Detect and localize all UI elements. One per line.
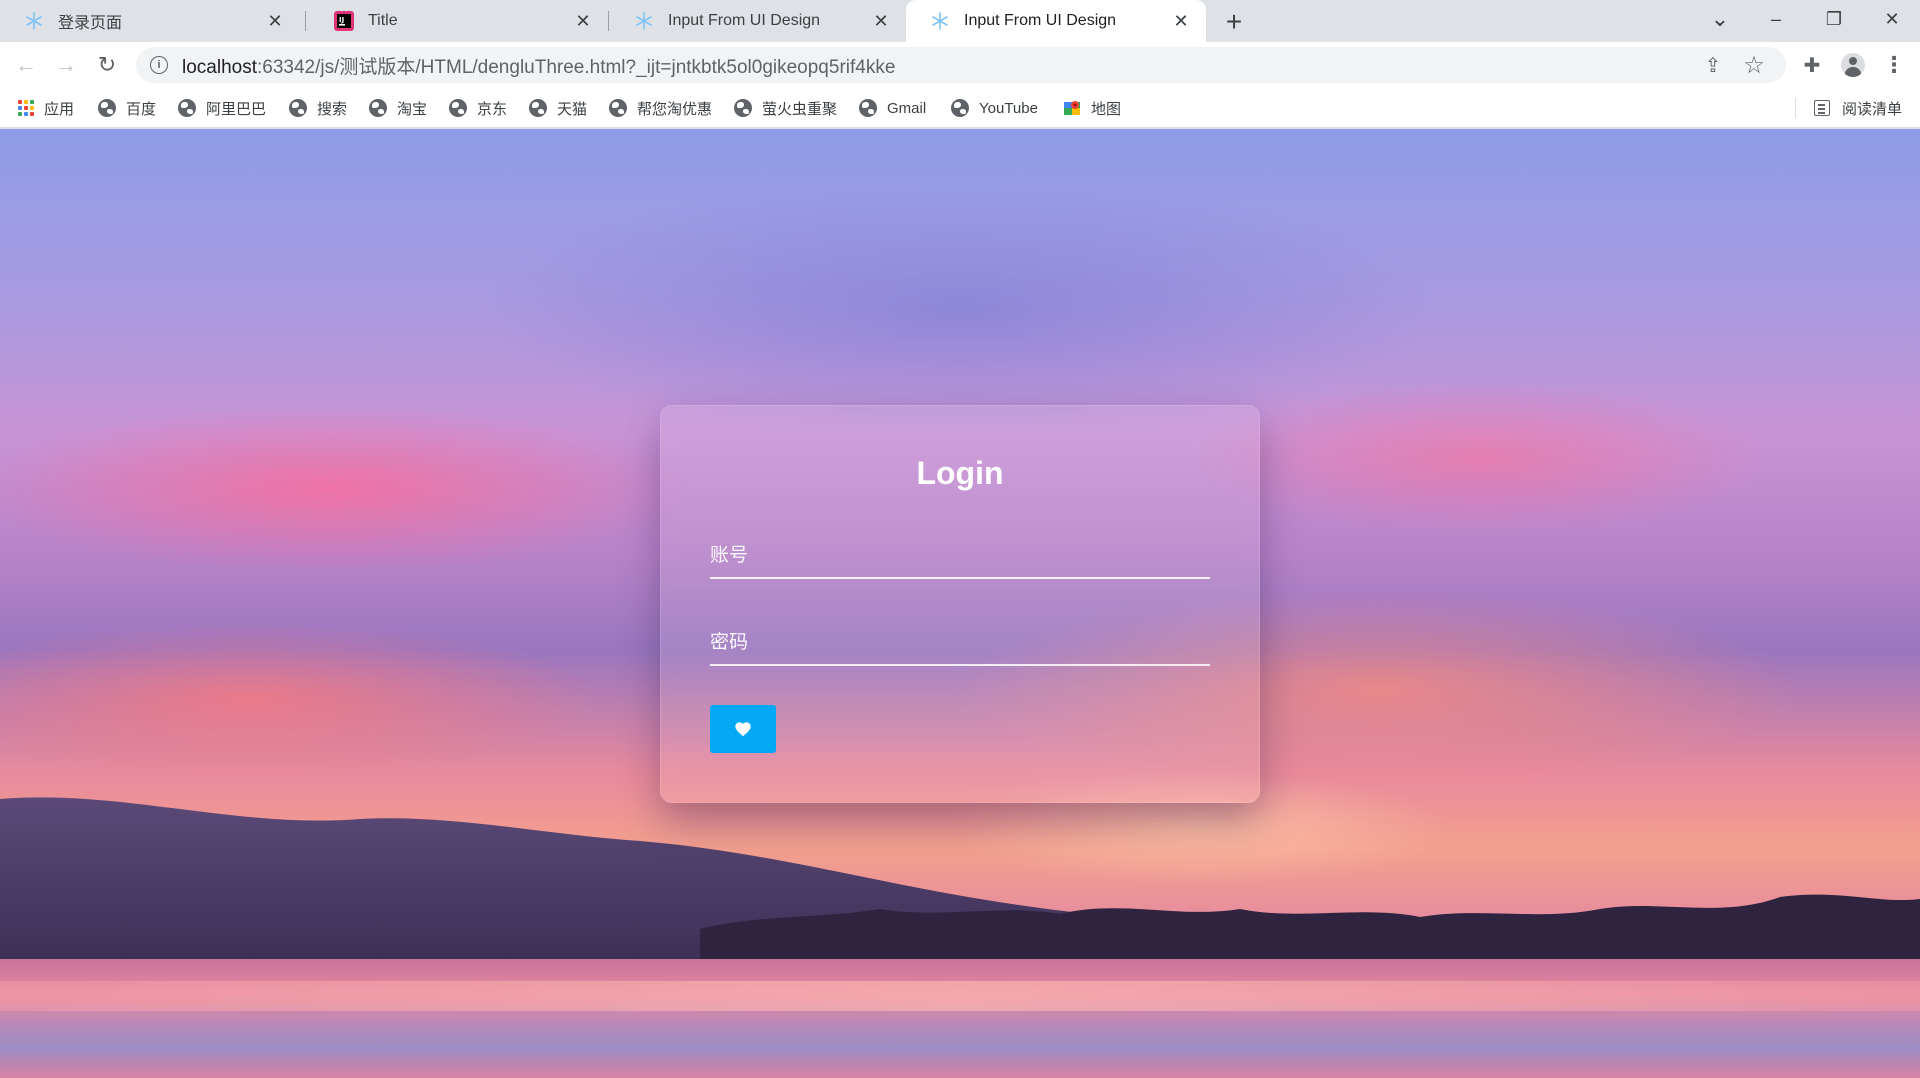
bookmark-taobao[interactable]: 淘宝 — [369, 96, 427, 120]
browser-toolbar: ← → ↻ i localhost:63342/js/测试版本/HTML/den… — [0, 42, 1920, 88]
bookmark-label: 阿里巴巴 — [206, 100, 267, 118]
kebab-menu-icon[interactable]: ⋮ — [1878, 49, 1910, 81]
extensions-icon[interactable]: ✚ — [1796, 49, 1828, 81]
bookmark-label: 百度 — [126, 100, 157, 118]
bookmark-baidu[interactable]: 百度 — [98, 96, 156, 120]
bookmark-label: 天猫 — [557, 100, 588, 118]
snowflake-icon — [930, 11, 950, 31]
bookmark-firefly[interactable]: 萤火虫重聚 — [734, 96, 837, 120]
globe-icon — [859, 99, 877, 117]
bookmark-tmall[interactable]: 天猫 — [529, 96, 587, 120]
background-water — [0, 959, 1920, 1078]
reading-list-label: 阅读清单 — [1841, 100, 1902, 118]
globe-icon — [289, 99, 307, 117]
snowflake-icon — [634, 11, 654, 31]
bookmark-label: 萤火虫重聚 — [762, 100, 838, 118]
globe-icon — [178, 99, 196, 117]
globe-icon — [449, 99, 467, 117]
bookmark-maps[interactable]: 地图 — [1063, 96, 1121, 120]
globe-icon — [951, 99, 969, 117]
bookmark-divider — [1795, 98, 1796, 118]
heart-icon — [735, 722, 751, 737]
url-host: localhost — [182, 56, 257, 78]
tab-separator — [608, 11, 609, 31]
tab-close-icon[interactable]: ✕ — [870, 10, 892, 32]
share-icon[interactable]: ⇪ — [1697, 47, 1729, 83]
bookmark-label: 应用 — [44, 100, 75, 118]
bookmark-deals[interactable]: 帮您淘优惠 — [609, 96, 712, 120]
svg-text:IJ: IJ — [339, 16, 344, 24]
password-input[interactable] — [710, 620, 1210, 664]
bookmark-gmail[interactable]: Gmail — [859, 96, 926, 120]
water-reflection — [0, 981, 1920, 1011]
bookmark-label: Gmail — [887, 99, 927, 117]
login-card: Login — [660, 405, 1260, 803]
tab-title: Input From UI Design — [668, 12, 821, 29]
bookmarks-bar: 应用 百度 阿里巴巴 搜索 淘宝 京东 天猫 帮您淘优惠 萤火虫重聚 Gmail… — [0, 88, 1920, 128]
tab-input-from-ui-design-active[interactable]: Input From UI Design ✕ — [906, 0, 1206, 42]
reading-list-icon — [1813, 100, 1830, 116]
maps-icon — [1063, 99, 1081, 117]
login-title: Login — [916, 455, 1004, 491]
bookmark-jd[interactable]: 京东 — [449, 96, 507, 120]
tab-login-page[interactable]: 登录页面 ✕ — [0, 0, 300, 42]
site-info-icon[interactable]: i — [150, 56, 168, 74]
bookmark-label: 地图 — [1091, 100, 1122, 118]
minimize-button[interactable]: – — [1748, 0, 1804, 38]
bookmark-label: 淘宝 — [397, 100, 428, 118]
tab-input-from-ui-design[interactable]: Input From UI Design ✕ — [610, 0, 906, 42]
profile-avatar — [1841, 53, 1865, 77]
tab-close-icon[interactable]: ✕ — [572, 10, 594, 32]
bookmark-label: 搜索 — [317, 100, 348, 118]
url-path: :63342/js/测试版本/HTML/dengluThree.html?_ij… — [257, 56, 896, 78]
star-icon[interactable]: ☆ — [1738, 47, 1770, 83]
tab-close-icon[interactable]: ✕ — [264, 10, 286, 32]
forward-button[interactable]: → — [50, 49, 82, 81]
tab-strip: 登录页面 ✕ IJ Title ✕ Input From UI Design ✕… — [0, 0, 1920, 42]
bookmark-label: YouTube — [979, 99, 1038, 117]
apps-grid-icon — [18, 100, 34, 116]
globe-icon — [609, 99, 627, 117]
bookmark-label: 帮您淘优惠 — [637, 100, 713, 118]
address-bar[interactable]: i localhost:63342/js/测试版本/HTML/dengluThr… — [136, 47, 1786, 83]
login-submit-button[interactable] — [710, 705, 776, 753]
globe-icon — [369, 99, 387, 117]
globe-icon — [529, 99, 547, 117]
url-text[interactable]: localhost:63342/js/测试版本/HTML/dengluThree… — [182, 52, 895, 79]
restore-button[interactable]: ❐ — [1806, 0, 1862, 38]
profile-button[interactable] — [1837, 49, 1869, 81]
snowflake-icon — [24, 11, 44, 31]
globe-icon — [734, 99, 752, 117]
page-viewport: Login — [0, 129, 1920, 1078]
tab-close-icon[interactable]: ✕ — [1170, 10, 1192, 32]
reload-button[interactable]: ↻ — [91, 49, 123, 81]
tab-separator — [305, 11, 306, 31]
tab-title: Title — [368, 12, 398, 29]
jetbrains-icon: IJ — [334, 11, 354, 31]
username-field[interactable] — [710, 533, 1210, 579]
username-input[interactable] — [710, 533, 1210, 577]
back-button[interactable]: ← — [10, 49, 42, 81]
bookmark-apps[interactable]: 应用 — [18, 96, 74, 120]
tab-title: 登录页面 — [58, 15, 123, 32]
bookmark-search[interactable]: 搜索 — [289, 96, 347, 120]
password-field[interactable] — [710, 620, 1210, 666]
bookmark-alibaba[interactable]: 阿里巴巴 — [178, 96, 266, 120]
reading-list-button[interactable]: 阅读清单 — [1813, 96, 1902, 120]
bookmark-label: 京东 — [477, 100, 508, 118]
new-tab-button[interactable]: + — [1220, 8, 1248, 36]
close-window-button[interactable]: ✕ — [1864, 0, 1920, 38]
tab-title-page[interactable]: IJ Title ✕ — [310, 0, 608, 42]
tab-title: Input From UI Design — [964, 12, 1117, 29]
tab-search-icon[interactable]: ⌄ — [1692, 0, 1748, 38]
globe-icon — [98, 99, 116, 117]
bookmark-youtube[interactable]: YouTube — [951, 96, 1038, 120]
